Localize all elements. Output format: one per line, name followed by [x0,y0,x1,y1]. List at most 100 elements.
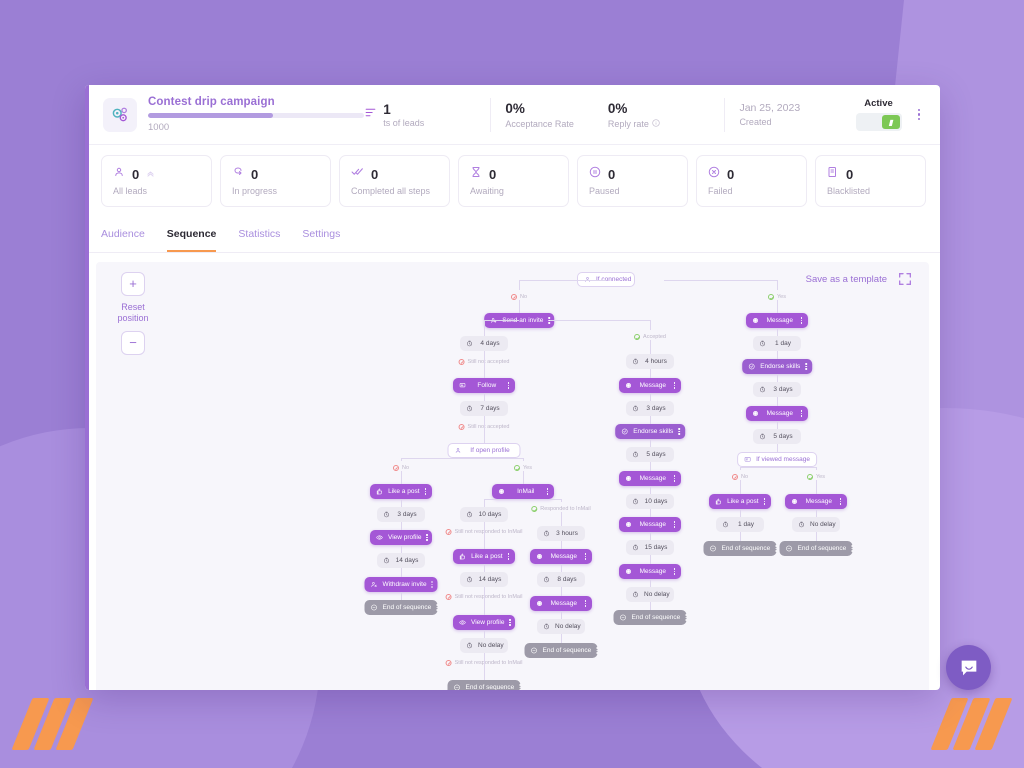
flow-node-4-hours[interactable]: 4 hours [626,354,674,369]
flow-node-menu-icon[interactable] [840,498,841,504]
flow-node-menu-icon[interactable] [674,475,675,481]
flow-node-withdraw-invite[interactable]: Withdraw invite [365,577,438,592]
flow-node-8-days[interactable]: 8 days [537,572,585,587]
flow-node-3-days[interactable]: 3 days [753,382,801,397]
stat-card-paused[interactable]: 0 Paused [577,155,688,207]
flow-node-no-delay[interactable]: No delay [460,638,508,653]
flow-node-no-delay[interactable]: No delay [792,517,840,532]
flow-node-inmail[interactable]: InMail [492,484,554,499]
flow-connector [484,320,519,321]
flow-node-1-day[interactable]: 1 day [716,517,764,532]
flow-node-label: Message [637,521,669,528]
flow-node-message[interactable]: Message [619,517,681,532]
tab-statistics[interactable]: Statistics [238,219,280,252]
flow-node-endorse-skills[interactable]: Endorse skills [615,424,685,439]
tab-settings[interactable]: Settings [302,219,340,252]
flow-node-menu-icon[interactable] [585,600,586,606]
flow-node-menu-icon[interactable] [596,647,597,653]
flow-node-3-days[interactable]: 3 days [377,507,425,522]
flow-node-end-of-sequence[interactable]: End of sequence [448,680,521,690]
flow-node-like-a-post[interactable]: Like a post [709,494,771,509]
flow-node-menu-icon[interactable] [685,614,686,620]
flow-node-end-of-sequence[interactable]: End of sequence [525,643,598,658]
flow-node-menu-icon[interactable] [436,604,437,610]
flow-node-label: 10 days [644,498,668,505]
flow-node-menu-icon[interactable] [509,619,510,625]
flow-node-menu-icon[interactable] [547,488,548,494]
flow-node-end-of-sequence[interactable]: End of sequence [365,600,438,615]
flow-node-message[interactable]: Message [530,596,592,611]
stat-card-failed[interactable]: 0 Failed [696,155,807,207]
created-date-block: Jan 25, 2023 Created [739,102,855,127]
flow-node-like-a-post[interactable]: Like a post [370,484,432,499]
flow-node-7-days[interactable]: 7 days [460,401,508,416]
flow-node-menu-icon[interactable] [508,553,509,559]
flow-node-menu-icon[interactable] [851,545,852,551]
flow-node-3-hours[interactable]: 3 hours [537,526,585,541]
flow-node-menu-icon[interactable] [426,534,427,540]
flow-node-endorse-skills[interactable]: Endorse skills [742,359,812,374]
flow-node-menu-icon[interactable] [805,363,806,369]
stat-card-all-leads[interactable]: 0 All leads [101,155,212,207]
campaign-progress-fill [148,113,273,118]
flow-node-menu-icon[interactable] [674,568,675,574]
flow-node-like-a-post[interactable]: Like a post [453,549,515,564]
stat-card-awaiting[interactable]: 0 Awaiting [458,155,569,207]
flow-node-no-delay[interactable]: No delay [626,587,674,602]
flow-node-3-days[interactable]: 3 days [626,401,674,416]
flow-node-view-profile[interactable]: View profile [370,530,432,545]
flow-node-menu-icon[interactable] [585,553,586,559]
flow-node-menu-icon[interactable] [801,410,802,416]
flow-node-menu-icon[interactable] [678,428,679,434]
flow-node-menu-icon[interactable] [432,581,433,587]
chat-bubble-icon[interactable] [946,645,991,690]
flow-node-1-day[interactable]: 1 day [753,336,801,351]
kebab-menu-icon[interactable] [914,105,925,125]
flow-node-14-days[interactable]: 14 days [460,572,508,587]
stat-card-blacklisted[interactable]: 0 Blacklisted [815,155,926,207]
flow-node-menu-icon[interactable] [674,521,675,527]
flow-node-message[interactable]: Message [785,494,847,509]
tab-audience[interactable]: Audience [101,219,145,252]
reply-rate-stat: 0% Reply rate [608,101,711,129]
flow-node-message[interactable]: Message [619,378,681,393]
stat-card-in-progress[interactable]: 0 In progress [220,155,331,207]
flow-node-no-delay[interactable]: No delay [537,619,585,634]
flow-node-5-days[interactable]: 5 days [626,447,674,462]
info-icon[interactable] [652,119,660,129]
flow-node-message[interactable]: Message [746,406,808,421]
flow-node-end-of-sequence[interactable]: End of sequence [614,610,687,625]
flow-connector [650,555,651,564]
flow-node-5-days[interactable]: 5 days [753,429,801,444]
flow-node-menu-icon[interactable] [801,317,802,323]
flow-node-menu-icon[interactable] [775,545,776,551]
flow-node-follow[interactable]: Follow [453,378,515,393]
flow-node-10-days[interactable]: 10 days [460,507,508,522]
flow-node-view-profile[interactable]: View profile [453,615,515,630]
flow-node-menu-icon[interactable] [674,382,675,388]
flow-node-15-days[interactable]: 15 days [626,540,674,555]
flow-node-menu-icon[interactable] [764,498,765,504]
circle-icon [752,410,759,417]
flow-node-message[interactable]: Message [619,564,681,579]
flow-node-label: Like a post [727,498,759,505]
sequence-canvas[interactable]: Save as a template + Reset position − If… [96,262,929,690]
flow-node-menu-icon[interactable] [519,684,520,690]
flow-node-if-open-profile[interactable]: If open profile [448,443,521,458]
flow-node-message[interactable]: Message [746,313,808,328]
flow-node-end-of-sequence[interactable]: End of sequence [704,541,777,556]
flow-node-4-days[interactable]: 4 days [460,336,508,351]
tab-sequence[interactable]: Sequence [167,219,217,252]
flow-node-message[interactable]: Message [530,549,592,564]
flow-node-10-days[interactable]: 10 days [626,494,674,509]
flow-node-14-days[interactable]: 14 days [377,553,425,568]
campaign-active-toggle[interactable]: ▮ [856,113,902,131]
reply-rate-label-row: Reply rate [608,119,711,129]
flow-node-menu-icon[interactable] [425,488,426,494]
flow-node-end-of-sequence[interactable]: End of sequence [780,541,853,556]
stat-card-completed-all-steps[interactable]: 0 Completed all steps [339,155,450,207]
flow-node-menu-icon[interactable] [508,382,509,388]
stat-value: 0 [371,167,378,182]
flow-node-if-viewed-message[interactable]: If viewed message [737,452,817,467]
flow-node-message[interactable]: Message [619,471,681,486]
